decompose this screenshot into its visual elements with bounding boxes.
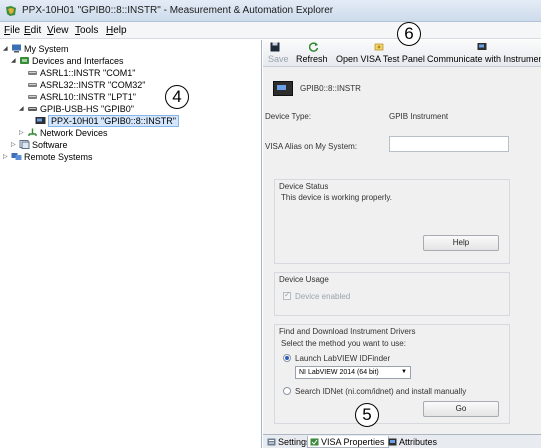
window-title: PPX-10H01 "GPIB0::8::INSTR" - Measuremen…: [22, 5, 334, 16]
menu-tools[interactable]: Tools: [75, 25, 98, 36]
device-enabled-label: Device enabled: [295, 292, 351, 301]
expander-icon[interactable]: ▷: [11, 139, 19, 151]
tab-visa-properties[interactable]: VISA Properties: [307, 436, 389, 448]
search-idnet-label: Search IDNet (ni.com/idnet) and install …: [295, 387, 467, 396]
menu-file[interactable]: File: [4, 25, 20, 36]
tree-item-ppx-10h01[interactable]: PPX-10H01 "GPIB0::8::INSTR": [27, 115, 179, 127]
tree-item-remote-systems[interactable]: ▷ Remote Systems: [3, 151, 93, 163]
settings-icon: [267, 438, 276, 446]
save-button[interactable]: Save: [268, 40, 292, 67]
visa-alias-input[interactable]: [389, 136, 509, 152]
serial-port-icon: [28, 71, 37, 75]
tree-item-my-system[interactable]: ◢ My System: [3, 43, 69, 55]
tree-item-asrl10[interactable]: ASRL10::INSTR "LPT1": [19, 91, 136, 103]
instrument-drivers-group: Find and Download Instrument Drivers Sel…: [274, 324, 510, 424]
callout-4: 4: [165, 85, 189, 109]
expander-icon[interactable]: ▷: [3, 151, 11, 163]
communicate-icon: [477, 43, 487, 50]
menu-bar: File Edit View Tools Help: [0, 22, 541, 39]
menu-view[interactable]: View: [47, 25, 69, 36]
instrument-icon: [273, 81, 293, 96]
menu-help[interactable]: Help: [106, 25, 127, 36]
resource-name: GPIB0::8::INSTR: [300, 84, 361, 93]
attributes-icon: [388, 438, 397, 446]
device-status-group: Device Status This device is working pro…: [274, 179, 510, 264]
ni-max-app-icon: [6, 6, 16, 16]
network-icon: [28, 128, 37, 136]
remote-systems-icon: [11, 153, 22, 160]
device-enabled-checkbox[interactable]: [283, 290, 291, 300]
tree-item-software[interactable]: ▷ Software: [11, 139, 68, 151]
computer-icon: [12, 44, 21, 53]
details-pane: Save Refresh Open VISA Test Panel Commun…: [263, 40, 541, 448]
device-status-title: Device Status: [279, 182, 329, 191]
device-status-text: This device is working properly.: [281, 193, 393, 202]
expander-icon[interactable]: ◢: [11, 55, 19, 67]
menu-edit[interactable]: Edit: [24, 25, 41, 36]
device-type-value: GPIB Instrument: [389, 112, 449, 121]
test-panel-icon: [374, 43, 384, 51]
gpib-interface-icon: [28, 107, 37, 111]
device-properties: GPIB0::8::INSTR Device Type: GPIB Instru…: [263, 68, 541, 433]
go-button[interactable]: Go: [423, 401, 499, 417]
search-idnet-radio[interactable]: [283, 387, 291, 395]
serial-port-icon: [28, 95, 37, 99]
labview-version-select[interactable]: NI LabVIEW 2014 (64 bit) ▼: [295, 366, 411, 379]
refresh-button[interactable]: Refresh: [296, 40, 332, 67]
method-prompt: Select the method you want to use:: [281, 339, 406, 348]
expander-icon[interactable]: ◢: [19, 103, 27, 115]
devices-icon: [20, 57, 29, 64]
expander-icon[interactable]: ▷: [19, 127, 27, 139]
device-type-label: Device Type:: [265, 112, 312, 121]
title-bar: PPX-10H01 "GPIB0::8::INSTR" - Measuremen…: [0, 0, 541, 22]
software-icon: [19, 140, 30, 149]
device-usage-title: Device Usage: [279, 275, 329, 284]
visa-properties-icon: [310, 438, 319, 446]
serial-port-icon: [28, 83, 37, 87]
property-tabs: Settings VISA Properties Attributes: [263, 434, 541, 448]
tree-item-gpib-usb-hs[interactable]: ◢ GPIB-USB-HS "GPIB0": [19, 103, 134, 115]
configuration-tree: ◢ My System ◢ Devices and Interfaces ASRL1…: [0, 40, 262, 448]
dropdown-arrow-icon: ▼: [401, 369, 407, 375]
callout-6: 6: [397, 22, 421, 46]
save-icon: [270, 42, 280, 52]
expander-icon[interactable]: ◢: [3, 43, 11, 55]
tree-item-asrl32[interactable]: ASRL32::INSTR "COM32": [19, 79, 145, 91]
tree-item-asrl1[interactable]: ASRL1::INSTR "COM1": [19, 67, 135, 79]
drivers-title: Find and Download Instrument Drivers: [279, 327, 416, 336]
tree-item-network-devices[interactable]: ▷ Network Devices: [19, 127, 108, 139]
tree-item-devices-and-interfaces[interactable]: ◢ Devices and Interfaces: [11, 55, 124, 67]
instrument-icon: [35, 117, 46, 124]
labview-idfinder-radio[interactable]: [283, 354, 291, 362]
device-usage-group: Device Usage Device enabled: [274, 272, 510, 316]
visa-alias-label: VISA Alias on My System:: [265, 142, 358, 151]
labview-idfinder-label: Launch LabVIEW IDFinder: [295, 354, 391, 363]
communicate-with-instrument-button[interactable]: Communicate with Instrument: [427, 40, 541, 67]
tab-attributes[interactable]: Attributes: [386, 436, 440, 448]
help-button[interactable]: Help: [423, 235, 499, 251]
refresh-icon: [309, 42, 319, 52]
callout-5: 5: [355, 403, 379, 427]
